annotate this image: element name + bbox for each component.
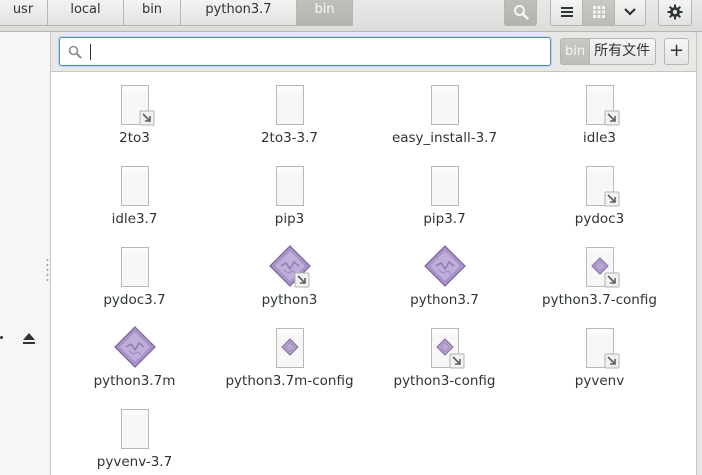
text-file-icon bbox=[120, 166, 149, 206]
file-view: 2to3 2to3-3.7 easy_install-3.7 idle3 idle3.7… bbox=[51, 72, 696, 475]
file-item[interactable]: idle3 bbox=[522, 81, 677, 162]
file-item[interactable]: python3.7 bbox=[367, 243, 522, 324]
executable-file-icon-symlink bbox=[268, 245, 311, 288]
scrollbar[interactable] bbox=[696, 32, 702, 475]
text-file-icon bbox=[120, 247, 149, 287]
grid-view-button[interactable] bbox=[582, 0, 615, 26]
file-item[interactable]: python3.7m-config bbox=[212, 324, 367, 405]
breadcrumb-python3-7[interactable]: python3.7 bbox=[180, 0, 297, 26]
view-options-button[interactable] bbox=[614, 0, 646, 26]
add-criteria-button[interactable]: + bbox=[664, 38, 689, 65]
file-item[interactable]: python3.7m bbox=[57, 324, 212, 405]
file-item[interactable]: pip3 bbox=[212, 162, 367, 243]
breadcrumb-local[interactable]: local bbox=[47, 0, 124, 26]
file-name-label: pyvenv-3.7 bbox=[96, 454, 173, 470]
search-field-icon bbox=[68, 45, 82, 59]
file-item[interactable]: pydoc3 bbox=[522, 162, 677, 243]
file-name-label: 2to3 bbox=[119, 130, 150, 146]
file-item[interactable]: pip3.7 bbox=[367, 162, 522, 243]
search-icon bbox=[513, 5, 529, 20]
file-name-label: idle3 bbox=[583, 130, 616, 146]
file-name-label: python3.7m-config bbox=[225, 373, 354, 389]
search-field[interactable] bbox=[59, 37, 551, 66]
search-input[interactable] bbox=[88, 41, 543, 62]
file-name-label: python3.7 bbox=[410, 292, 479, 308]
text-file-icon-symlink bbox=[585, 85, 619, 126]
script-file-icon-symlink bbox=[585, 247, 619, 288]
text-file-icon bbox=[120, 409, 149, 449]
search-toggle-button[interactable] bbox=[504, 0, 537, 26]
file-name-label: idle3.7 bbox=[111, 211, 158, 227]
sidebar-dot bbox=[0, 336, 3, 339]
file-item[interactable]: python3 bbox=[212, 243, 367, 324]
file-name-label: pyvenv bbox=[574, 373, 625, 389]
executable-file-icon bbox=[423, 245, 466, 287]
sidebar bbox=[0, 32, 51, 475]
file-name-label: python3-config bbox=[393, 373, 496, 389]
executable-file-icon bbox=[113, 326, 156, 368]
file-name-label: pip3 bbox=[274, 211, 305, 227]
file-item[interactable]: pydoc3.7 bbox=[57, 243, 212, 324]
pane-resize-handle[interactable] bbox=[46, 258, 49, 284]
chevron-down-icon bbox=[624, 8, 636, 16]
breadcrumb-bin-current[interactable]: bin bbox=[296, 0, 353, 26]
file-type-filter-button[interactable]: 所有文件 bbox=[589, 38, 657, 65]
file-name-label: 2to3-3.7 bbox=[260, 130, 319, 146]
search-bar: bin 所有文件 + bbox=[51, 32, 696, 72]
file-item[interactable]: easy_install-3.7 bbox=[367, 81, 522, 162]
file-item[interactable]: idle3.7 bbox=[57, 162, 212, 243]
file-name-label: easy_install-3.7 bbox=[391, 130, 498, 146]
text-file-icon-symlink bbox=[585, 328, 619, 369]
text-file-icon bbox=[275, 85, 304, 125]
list-view-icon bbox=[560, 7, 573, 17]
file-item[interactable]: 2to3 bbox=[57, 81, 212, 162]
text-file-icon-symlink bbox=[585, 166, 619, 207]
file-name-label: python3.7-config bbox=[542, 292, 657, 308]
file-name-label: pip3.7 bbox=[423, 211, 466, 227]
search-location-group: bin 所有文件 bbox=[560, 38, 657, 65]
text-file-icon bbox=[430, 166, 459, 206]
file-name-label: pydoc3.7 bbox=[103, 292, 166, 308]
list-view-button[interactable] bbox=[550, 0, 583, 26]
location-chip[interactable]: bin bbox=[560, 38, 590, 65]
text-file-icon bbox=[430, 85, 459, 125]
header-bar: usr local bin python3.7 bin bbox=[0, 0, 702, 32]
breadcrumb-usr[interactable]: usr bbox=[0, 0, 48, 26]
file-item[interactable]: python3.7-config bbox=[522, 243, 677, 324]
script-file-icon-symlink bbox=[430, 328, 464, 369]
eject-icon[interactable] bbox=[22, 332, 36, 345]
breadcrumb-bin[interactable]: bin bbox=[123, 0, 181, 26]
file-item[interactable]: pyvenv bbox=[522, 324, 677, 405]
file-item[interactable]: python3-config bbox=[367, 324, 522, 405]
file-name-label: pydoc3 bbox=[574, 211, 625, 227]
file-name-label: python3 bbox=[261, 292, 318, 308]
settings-menu-button[interactable] bbox=[658, 0, 692, 26]
text-file-icon-symlink bbox=[120, 85, 154, 126]
text-file-icon bbox=[275, 166, 304, 206]
gear-icon bbox=[667, 4, 683, 20]
file-item[interactable]: pyvenv-3.7 bbox=[57, 405, 212, 475]
file-item[interactable]: 2to3-3.7 bbox=[212, 81, 367, 162]
text-cursor bbox=[90, 44, 91, 60]
file-grid: 2to3 2to3-3.7 easy_install-3.7 idle3 idle3.7… bbox=[51, 72, 696, 475]
file-name-label: python3.7m bbox=[93, 373, 176, 389]
script-file-icon bbox=[275, 328, 304, 368]
grid-view-icon bbox=[592, 6, 605, 18]
